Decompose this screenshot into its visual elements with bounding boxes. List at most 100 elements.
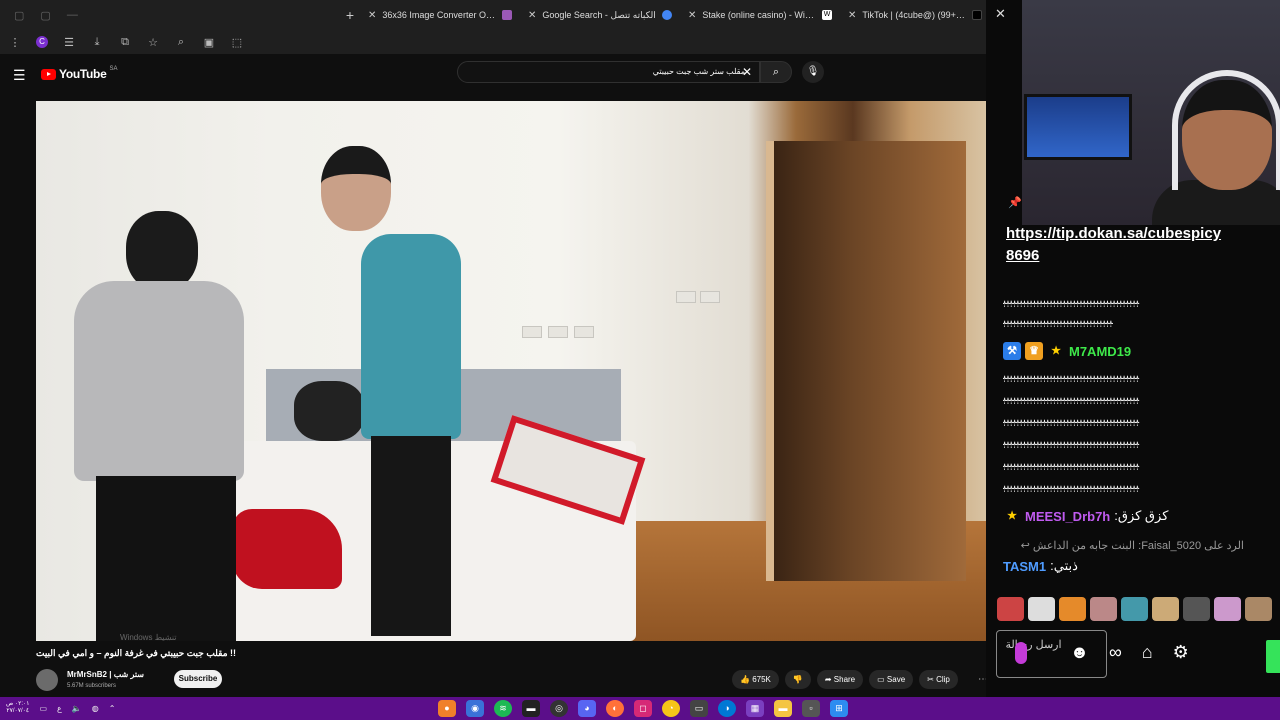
video-person-grey [56,211,246,641]
share-icon: ➦ [824,675,834,684]
restore-icon[interactable]: ▢ [40,9,50,22]
store-icon[interactable]: ▦ [746,700,764,717]
chat-username[interactable]: TASM1 [1003,559,1046,574]
tab-title: 36x36 Image Converter Online [382,10,496,20]
viewer-avatar[interactable] [1121,597,1148,621]
wall-switch [574,326,594,338]
save-button[interactable]: ▭ Save [869,670,914,689]
person-legs [96,476,236,641]
minimize-icon[interactable]: ▢ [14,9,24,22]
tab-search-icon[interactable]: — [67,9,78,22]
extensions-icon[interactable]: ⧉ [118,36,132,49]
search-input[interactable]: مقلب ستر شب جبت حبيبتي [457,61,760,83]
clock[interactable]: ٠٢:٠١ ص ٢٧/٠٧/٠٤ [6,701,29,715]
network-icon[interactable]: ◍ [92,704,99,713]
new-tab-button[interactable]: + [340,7,360,23]
channel-name[interactable]: MrMrSnB2 | ستر شب [67,670,144,679]
obs-icon[interactable]: ◎ [550,700,568,717]
browser-tab[interactable]: ✕ 36x36 Image Converter Online [360,0,520,30]
zoom-icon[interactable]: ⌕ [174,36,188,49]
app-icon[interactable]: ▫ [802,700,820,717]
share-button[interactable]: ➦ Share [816,670,864,689]
wall-switch [676,291,696,303]
browser-icon[interactable]: ◐ [606,700,624,717]
person-head [126,211,198,291]
browser-tab[interactable]: ✕ TikTok | (4cube@) كيوب (+99) [840,0,990,30]
video-player[interactable]: Windows تنشيط [36,101,986,641]
spotify-icon[interactable]: ≋ [494,700,512,717]
chrome-icon[interactable]: ◉ [466,700,484,717]
person-head [321,146,391,231]
subscribe-button[interactable]: Subscribe [174,670,222,688]
windows-start-icon[interactable]: ⊞ [830,700,848,717]
viewer-avatars [997,597,1272,621]
shop-icon[interactable]: ⌂ [1142,642,1153,663]
snapchat-icon[interactable]: ◔ [662,700,680,717]
browser-toolbar: ⋮ C ☰ ⤓ ⧉ ☆ ⌕ ▣ ⬚ ⤓ [0,30,1022,54]
close-window-icon[interactable]: ✕ [995,6,1006,22]
close-tab-icon[interactable]: ✕ [848,10,856,21]
person-torso [361,234,461,439]
viewer-avatar[interactable] [1059,597,1086,621]
instagram-icon[interactable]: ◻ [634,700,652,717]
window-controls: ▢ ▢ — [0,9,340,22]
pin-icon: 📌 [1008,197,1022,209]
notification-icon[interactable]: ▭ [39,704,47,713]
screenshot-icon[interactable]: ⬚ [230,36,244,49]
wikipedia-icon: W [822,10,832,20]
tab-title: Google Search - الكباته تتصل [542,9,656,20]
chat-username[interactable]: M7AMD19 [1069,344,1131,359]
profile-avatar[interactable]: C [36,36,48,48]
clip-button[interactable]: ✂ Clip [919,670,958,689]
viewer-avatar[interactable] [1090,597,1117,621]
discord-icon[interactable]: ◕ [578,700,596,717]
menu-dots-icon[interactable]: ⋮ [8,36,22,49]
volume-icon[interactable]: 🔈 [72,704,82,713]
like-button[interactable]: 👍 675K [732,670,779,689]
save-label: Save [886,675,906,684]
browser-tab[interactable]: ✕ Stake (online casino) - Wikipedia W [680,0,840,30]
taskbar-apps: ● ◉ ≋ ▬ ◎ ◕ ◐ ◻ ◔ ▭ ◑ ▦ ▬ ▫ ⊞ [438,700,848,717]
voice-search-button[interactable]: 🎙 [802,61,824,83]
edge-icon[interactable]: ◑ [718,700,736,717]
video-doorway [766,141,966,581]
clear-search-icon[interactable]: ✕ [742,65,752,79]
terminal-icon[interactable]: ▬ [522,700,540,717]
google-icon [662,10,672,20]
infinity-icon[interactable]: ∞ [1109,642,1122,663]
bookmark-star-icon[interactable]: ☆ [146,36,160,49]
background-monitor [1024,94,1132,160]
dislike-button[interactable]: 👎 [784,670,811,689]
viewer-avatar[interactable] [997,597,1024,621]
reply-context: الرد على Faisal_5020: البنت جابه من الدا… [1004,539,1244,552]
channel-avatar[interactable] [36,669,58,691]
chat-mic-icon[interactable] [1015,642,1027,664]
settings-gear-icon[interactable]: ⚙ [1173,642,1189,663]
chat-username[interactable]: MEESI_Drb7h [1025,509,1110,524]
youtube-logo[interactable]: YouTube SA [41,66,117,81]
sidebar-icon[interactable]: ☰ [62,36,76,49]
viewer-avatar[interactable] [1028,597,1055,621]
search-button[interactable]: ⌕ [760,61,792,83]
emoji-icon[interactable]: ☻ [1070,642,1089,663]
viewer-avatar[interactable] [1183,597,1210,621]
cast-icon[interactable]: ▣ [202,36,216,49]
close-tab-icon[interactable]: ✕ [368,10,376,21]
file-explorer-icon[interactable]: ▬ [774,700,792,717]
hamburger-menu-icon[interactable]: ☰ [13,67,26,84]
tiktok-icon [972,10,982,20]
close-tab-icon[interactable]: ✕ [688,10,696,21]
pinned-tip-link[interactable]: https://tip.dokan.sa/cubespicy8696 [1006,223,1226,267]
close-tab-icon[interactable]: ✕ [528,10,536,21]
browser-tab[interactable]: ✕ Google Search - الكباته تتصل [520,0,680,30]
viewer-avatar[interactable] [1152,597,1179,621]
app-icon[interactable]: ▭ [690,700,708,717]
language-indicator[interactable]: ع [57,704,62,713]
viewer-avatar[interactable] [1245,597,1272,621]
spam-message: ﯧﯧﯧﯧﯧﯧﯧﯧﯧﯧﯧﯧﯧﯧﯧﯧﯧﯧﯧﯧﯧﯧﯧﯧﯧﯧﯧﯧﯧﯧﯧﯧﯧﯧﯧﯧﯧﯧﯧﯧ… [1003,315,1113,327]
download-icon[interactable]: ⤓ [90,36,104,49]
moderator-badge-icon: ⚒ [1003,342,1021,360]
firefox-icon[interactable]: ● [438,700,456,717]
show-hidden-icons-icon[interactable]: ⌃ [109,704,116,713]
viewer-avatar[interactable] [1214,597,1241,621]
